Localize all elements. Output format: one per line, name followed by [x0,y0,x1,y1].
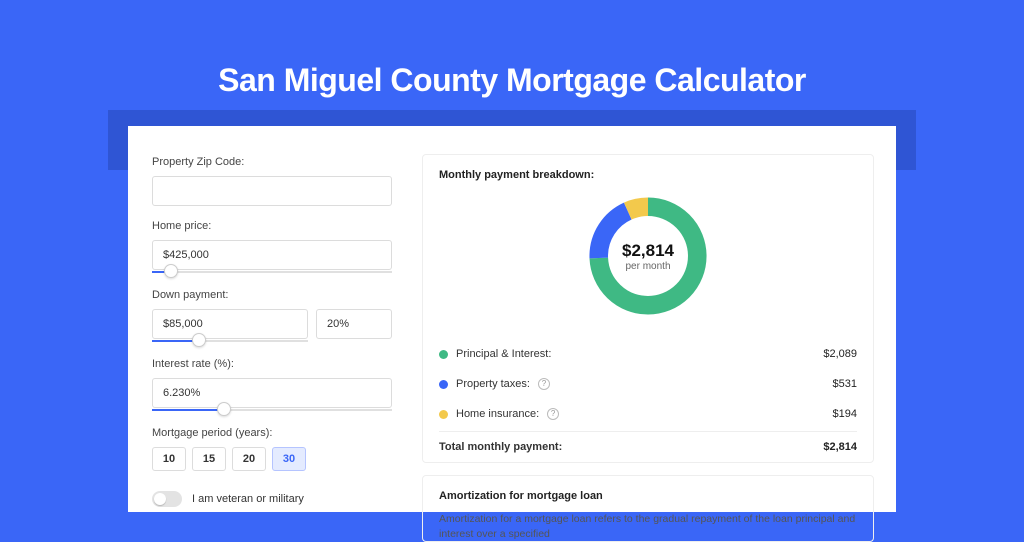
down-payment-label: Down payment: [152,289,404,301]
info-icon[interactable]: ? [538,378,550,390]
home-price-group: Home price: [152,220,404,275]
slider-track [152,271,392,273]
line-label: Principal & Interest: [456,348,551,360]
down-payment-group: Down payment: [152,289,404,344]
dot-icon [439,410,448,419]
line-taxes: Property taxes: ? $531 [439,369,857,399]
period-option-20[interactable]: 20 [232,447,266,471]
veteran-row: I am veteran or military [152,491,404,507]
breakdown-title: Monthly payment breakdown: [439,169,857,181]
interest-rate-label: Interest rate (%): [152,358,404,370]
line-value: $2,089 [823,348,857,360]
slider-thumb-icon[interactable] [164,264,178,278]
interest-rate-input[interactable] [152,378,392,408]
down-payment-amount-input[interactable] [152,309,308,339]
donut-center: $2,814 per month [583,191,713,321]
period-option-15[interactable]: 15 [192,447,226,471]
line-total: Total monthly payment: $2,814 [439,431,857,462]
period-group: Mortgage period (years): 10 15 20 30 [152,427,404,471]
page-title: San Miguel County Mortgage Calculator [0,0,1024,99]
zip-input[interactable] [152,176,392,206]
dot-icon [439,380,448,389]
donut-amount: $2,814 [622,241,674,261]
line-label: Property taxes: [456,378,530,390]
period-segmented: 10 15 20 30 [152,447,404,471]
period-label: Mortgage period (years): [152,427,404,439]
down-payment-slider[interactable] [152,338,308,344]
down-payment-percent-input[interactable] [316,309,392,339]
amortization-title: Amortization for mortgage loan [439,490,857,502]
veteran-toggle[interactable] [152,491,182,507]
line-principal: Principal & Interest: $2,089 [439,339,857,369]
line-value: $194 [833,408,857,420]
info-icon[interactable]: ? [547,408,559,420]
slider-fill [152,409,224,411]
slider-thumb-icon[interactable] [192,333,206,347]
line-value: $531 [833,378,857,390]
form-column: Property Zip Code: Home price: Down paym… [128,126,404,512]
interest-rate-group: Interest rate (%): [152,358,404,413]
line-label: Home insurance: [456,408,539,420]
home-price-input[interactable] [152,240,392,270]
slider-thumb-icon[interactable] [217,402,231,416]
dot-icon [439,350,448,359]
amortization-card: Amortization for mortgage loan Amortizat… [422,475,874,542]
veteran-label: I am veteran or military [192,493,304,505]
zip-group: Property Zip Code: [152,156,404,206]
period-option-30[interactable]: 30 [272,447,306,471]
calculator-panel: Property Zip Code: Home price: Down paym… [128,126,896,512]
breakdown-column: Monthly payment breakdown: $2,814 per mo… [404,126,896,512]
period-option-10[interactable]: 10 [152,447,186,471]
breakdown-card: Monthly payment breakdown: $2,814 per mo… [422,154,874,463]
home-price-slider[interactable] [152,269,392,275]
donut-chart: $2,814 per month [439,191,857,321]
interest-rate-slider[interactable] [152,407,392,413]
donut-subtitle: per month [625,261,670,272]
home-price-label: Home price: [152,220,404,232]
line-insurance: Home insurance: ? $194 [439,399,857,429]
zip-label: Property Zip Code: [152,156,404,168]
amortization-body: Amortization for a mortgage loan refers … [439,512,857,541]
total-label: Total monthly payment: [439,441,562,453]
total-value: $2,814 [823,441,857,453]
